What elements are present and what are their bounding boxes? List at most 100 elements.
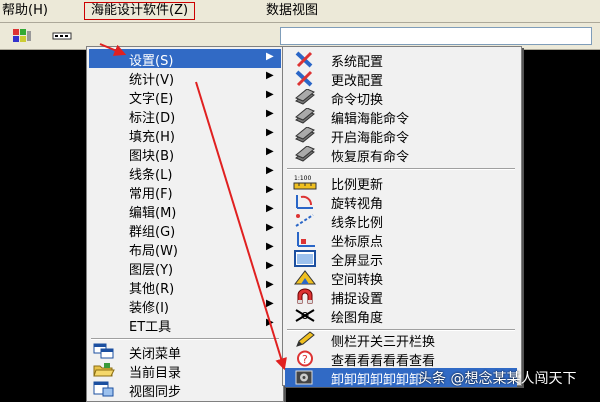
angle-icon xyxy=(295,309,315,322)
layers-icon xyxy=(295,146,315,162)
menu-item-label: ET工具 xyxy=(129,320,172,335)
layers-icon xyxy=(295,89,315,105)
menu-item-group[interactable]: 群组(G) ▶ xyxy=(89,220,281,240)
svg-text:1:100: 1:100 xyxy=(294,175,311,182)
menu-item-label: 设置(S) xyxy=(129,54,174,69)
menu-item-enable-hainen-command[interactable]: 开启海能命令 xyxy=(285,126,517,146)
menu-item-settings[interactable]: 设置(S) ▶ xyxy=(89,49,281,69)
submenu-arrow-icon: ▶ xyxy=(266,317,274,328)
menu-item-et-tools[interactable]: ET工具 ▶ xyxy=(89,315,281,335)
menu-item-label: 线条比例 xyxy=(331,216,384,231)
submenu-arrow-icon: ▶ xyxy=(266,127,274,138)
line-scale-icon xyxy=(295,214,314,227)
menu-item-label: 填充(H) xyxy=(129,130,175,145)
menu-item-lines[interactable]: 线条(L) ▶ xyxy=(89,163,281,183)
menu-item-change-config[interactable]: 更改配置 xyxy=(285,69,517,89)
menu-item-label: 图块(B) xyxy=(129,149,175,164)
tools-icon xyxy=(295,70,313,87)
menu-item-edit[interactable]: 编辑(M) ▶ xyxy=(89,201,281,221)
menu-item-restore-command[interactable]: 恢复原有命令 xyxy=(285,145,517,165)
menu-item-label: 群组(G) xyxy=(129,225,176,240)
windows-icon xyxy=(93,343,114,359)
menu-item-view-sync[interactable]: 视图同步 xyxy=(89,380,281,400)
space-convert-icon xyxy=(293,270,317,285)
menu-item-label: 系统配置 xyxy=(331,55,384,70)
toolbar-input[interactable] xyxy=(280,27,592,45)
menu-item-label: 装修(I) xyxy=(129,301,169,316)
submenu-arrow-icon: ▶ xyxy=(266,146,274,157)
menu-item-label: 比例更新 xyxy=(331,178,384,193)
menu-hainen-design[interactable]: 海能设计软件(Z) xyxy=(84,2,196,20)
menu-item-label: 编辑海能命令 xyxy=(331,112,410,127)
menu-item-layer[interactable]: 图层(Y) ▶ xyxy=(89,258,281,278)
menu-item-current-dir[interactable]: 当前目录 xyxy=(89,361,281,381)
menu-item-label: 编辑(M) xyxy=(129,206,177,221)
linetype-icon[interactable] xyxy=(52,27,72,45)
menu-item-common[interactable]: 常用(F) ▶ xyxy=(89,182,281,202)
menu-item-label: 查看看看看看查看 xyxy=(331,354,436,369)
settings-submenu: 系统配置 更改配置 命令切换 编辑海能命令 开启海能命令 恢复原有命令 1:10… xyxy=(282,46,522,388)
menu-item-label: 命令切换 xyxy=(331,93,384,108)
menu-item-dimension[interactable]: 标注(D) ▶ xyxy=(89,106,281,126)
watermark: 头条 @想念某某人闯天下 xyxy=(418,371,577,387)
menu-item-label: 图层(Y) xyxy=(129,263,174,278)
menu-item-label: 更改配置 xyxy=(331,74,384,89)
menu-item-rotate-view[interactable]: 旋转视角 xyxy=(285,192,517,212)
menu-item-label: 开启海能命令 xyxy=(331,131,410,146)
scale-icon: 1:100 xyxy=(293,175,317,190)
menu-item-statistics[interactable]: 统计(V) ▶ xyxy=(89,68,281,88)
pencil-icon xyxy=(296,331,315,347)
submenu-arrow-icon: ▶ xyxy=(266,222,274,233)
menu-item-system-config[interactable]: 系统配置 xyxy=(285,50,517,70)
menu-item-label: 当前目录 xyxy=(129,366,182,381)
submenu-arrow-icon: ▶ xyxy=(266,203,274,214)
menu-item-edit-hainen-command[interactable]: 编辑海能命令 xyxy=(285,107,517,127)
rotate-view-icon xyxy=(296,195,313,209)
menu-separator xyxy=(287,168,515,170)
menu-item-space-convert[interactable]: 空间转换 xyxy=(285,268,517,288)
menu-data-view[interactable]: 数据视图 xyxy=(266,3,318,19)
menu-item-label: 统计(V) xyxy=(129,73,175,88)
menu-item-label: 视图同步 xyxy=(129,385,182,400)
submenu-arrow-icon: ▶ xyxy=(266,298,274,309)
menu-item-fullscreen[interactable]: 全屏显示 xyxy=(285,249,517,269)
menu-item-drawing-angle[interactable]: 绘图角度 xyxy=(285,306,517,326)
menu-item-sidebar-toggle[interactable]: 侧栏开关三开栏换 xyxy=(285,330,517,350)
menu-item-block[interactable]: 图块(B) ▶ xyxy=(89,144,281,164)
layers-icon xyxy=(295,108,315,124)
menu-item-label: 恢复原有命令 xyxy=(331,150,410,165)
menu-item-label: 线条(L) xyxy=(129,168,173,183)
menu-item-other[interactable]: 其他(R) ▶ xyxy=(89,277,281,297)
menu-item-close-menu[interactable]: 关闭菜单 xyxy=(89,342,281,362)
palette-icon[interactable] xyxy=(12,27,32,45)
menu-item-label: 卸卸卸卸卸卸卸 xyxy=(331,373,423,388)
menu-item-label: 捕捉设置 xyxy=(331,292,384,307)
menu-help[interactable]: 帮助(H) xyxy=(2,3,48,19)
submenu-arrow-icon: ▶ xyxy=(266,70,274,81)
menu-item-label: 侧栏开关三开栏换 xyxy=(331,335,436,350)
folder-icon xyxy=(93,363,115,377)
menu-item-layout[interactable]: 布局(W) ▶ xyxy=(89,239,281,259)
menu-separator xyxy=(91,338,279,340)
submenu-arrow-icon: ▶ xyxy=(266,184,274,195)
menu-item-view-help[interactable]: ? 查看看看看看查看 xyxy=(285,349,517,369)
menu-bar: 帮助(H) 海能设计软件(Z) 数据视图 xyxy=(0,0,600,23)
fullscreen-icon xyxy=(294,250,316,267)
submenu-arrow-icon: ▶ xyxy=(266,260,274,271)
menu-item-scale-update[interactable]: 1:100 比例更新 xyxy=(285,173,517,193)
uninstall-icon xyxy=(295,370,313,385)
menu-item-label: 空间转换 xyxy=(331,273,384,288)
menu-item-hatch[interactable]: 填充(H) ▶ xyxy=(89,125,281,145)
magnet-icon xyxy=(297,288,313,304)
menu-item-label: 绘图角度 xyxy=(331,311,384,326)
submenu-arrow-icon: ▶ xyxy=(266,165,274,176)
svg-text:?: ? xyxy=(302,353,308,366)
menu-item-decoration[interactable]: 装修(I) ▶ xyxy=(89,296,281,316)
menu-item-coordinate-origin[interactable]: 坐标原点 xyxy=(285,230,517,250)
menu-item-snap-settings[interactable]: 捕捉设置 xyxy=(285,287,517,307)
menu-item-label: 标注(D) xyxy=(129,111,176,126)
menu-item-label: 文字(E) xyxy=(129,92,174,107)
menu-item-command-switch[interactable]: 命令切换 xyxy=(285,88,517,108)
menu-item-text[interactable]: 文字(E) ▶ xyxy=(89,87,281,107)
menu-item-line-scale[interactable]: 线条比例 xyxy=(285,211,517,231)
